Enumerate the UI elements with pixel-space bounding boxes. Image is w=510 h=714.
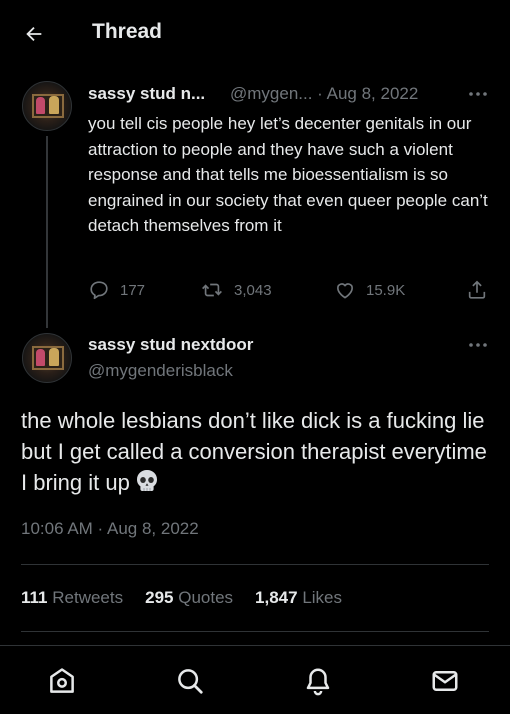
home-icon (50, 668, 74, 693)
divider (21, 631, 489, 632)
retweet-button[interactable]: 3,043 (200, 277, 272, 303)
retweet-icon (202, 283, 222, 297)
search-icon (178, 669, 203, 694)
retweets-stat[interactable]: 111 Retweets (21, 588, 123, 608)
engagement-stats: 111 Retweets 295 Quotes 1,847 Likes (21, 588, 364, 608)
share-icon (468, 280, 486, 299)
avatar[interactable] (22, 333, 72, 383)
likes-stat[interactable]: 1,847 Likes (255, 588, 342, 608)
reply-count: 177 (120, 281, 146, 299)
heart-icon (337, 283, 353, 299)
back-arrow-icon (26, 26, 42, 42)
tweet-text: the whole lesbians don’t like dick is a … (21, 408, 487, 495)
reply-icon (90, 281, 108, 300)
more-options-icon[interactable] (466, 335, 490, 355)
tweet-text: you tell cis people hey let’s decenter g… (88, 114, 488, 235)
author-name[interactable]: sassy stud nextdoor (88, 335, 253, 355)
notifications-icon (306, 668, 330, 696)
back-button[interactable] (18, 18, 50, 50)
bottom-navigation (0, 645, 510, 714)
nav-home[interactable] (45, 664, 79, 698)
author-name[interactable]: sassy stud n... (88, 84, 205, 104)
thread-page: Thread sassy stud n... @mygen... · Aug 8… (0, 0, 510, 714)
top-bar: Thread (0, 0, 510, 66)
like-count: 15.9K (366, 281, 406, 299)
tweet-body: the whole lesbians don’t like dick is a … (21, 405, 491, 498)
share-button[interactable] (466, 277, 488, 303)
divider (21, 564, 489, 565)
nav-notifications[interactable] (301, 664, 335, 698)
skull-emoji-icon (136, 470, 157, 491)
more-options-icon[interactable] (466, 84, 490, 104)
reply-button[interactable]: 177 (88, 277, 145, 303)
avatar[interactable] (22, 81, 72, 131)
thread-connector (46, 136, 48, 328)
tweet-actions: 177 3,043 15.9K (88, 277, 498, 303)
nav-search[interactable] (173, 664, 207, 698)
messages-icon (432, 671, 458, 691)
like-button[interactable]: 15.9K (334, 277, 405, 303)
page-title: Thread (92, 20, 163, 43)
retweet-count: 3,043 (234, 281, 272, 299)
tweet-timestamp[interactable]: 10:06 AM · Aug 8, 2022 (21, 519, 199, 539)
quotes-stat[interactable]: 295 Quotes (145, 588, 233, 608)
author-handle-date[interactable]: @mygen... · Aug 8, 2022 (230, 84, 418, 104)
nav-messages[interactable] (428, 664, 462, 698)
author-handle[interactable]: @mygenderisblack (88, 361, 233, 381)
